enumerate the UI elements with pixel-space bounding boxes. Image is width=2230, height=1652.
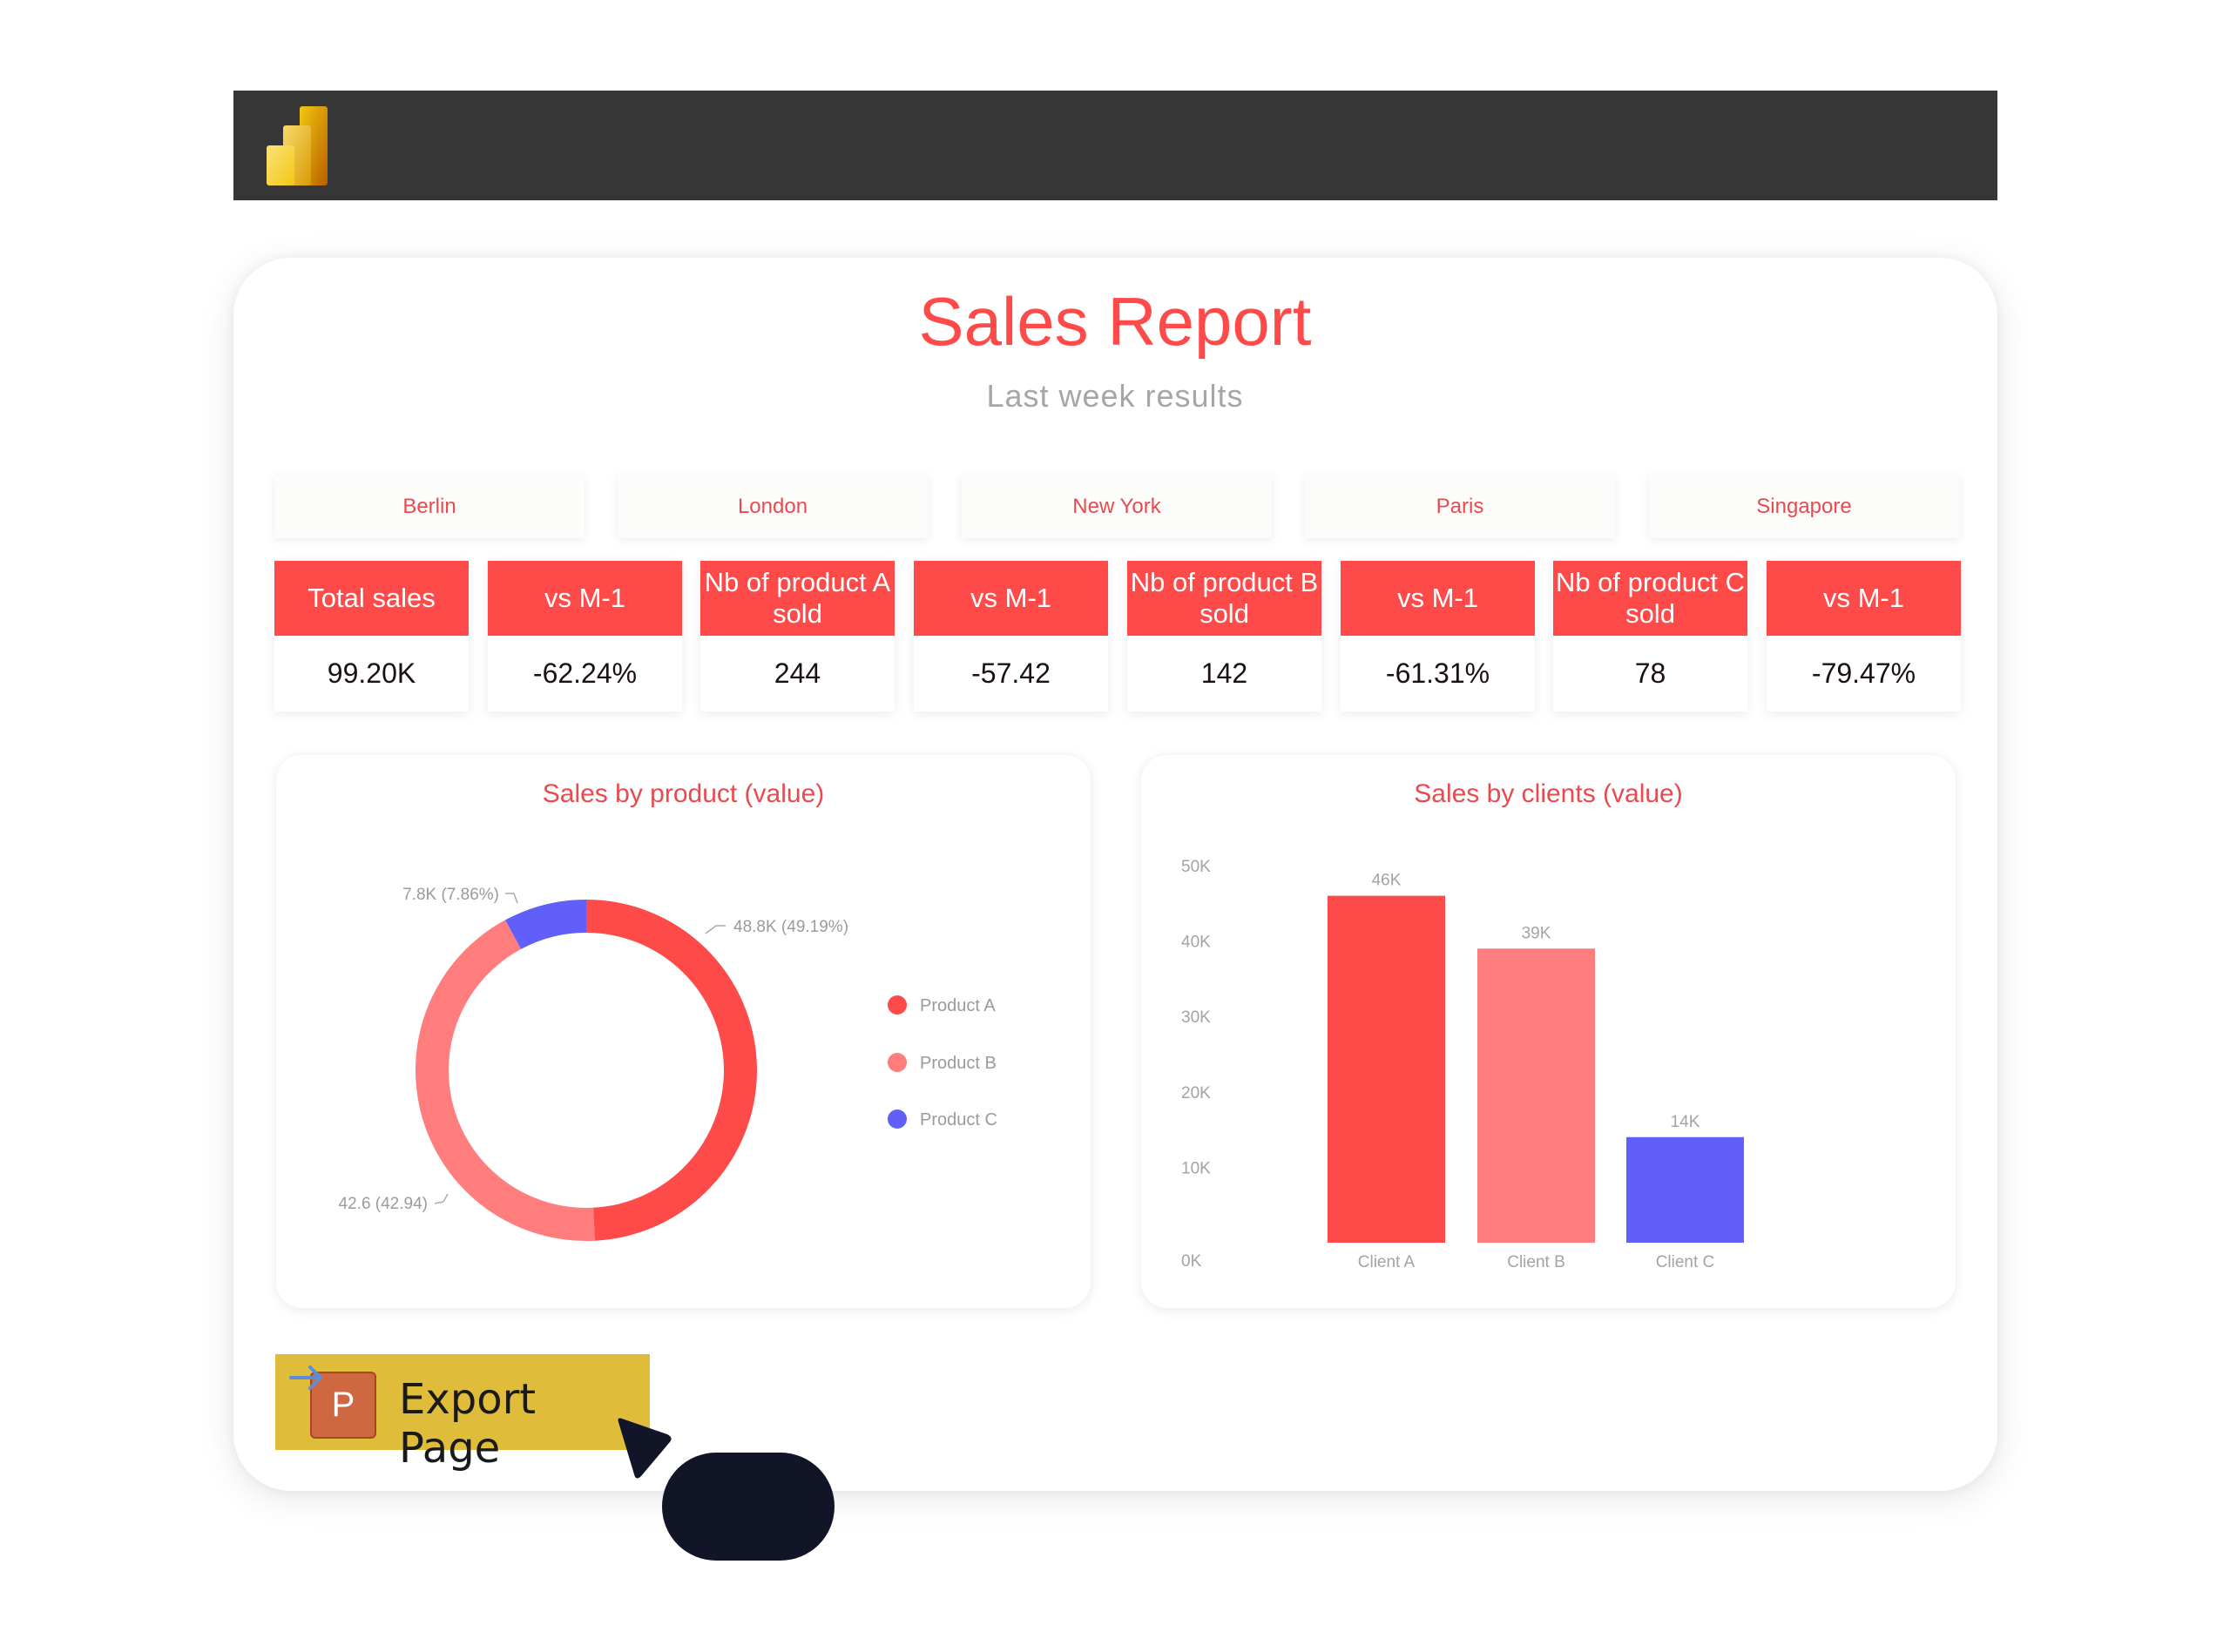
donut-slice-product-b[interactable] xyxy=(416,920,595,1241)
power-bi-logo-icon[interactable] xyxy=(267,106,329,186)
mouse-pointer-icon xyxy=(618,1418,672,1479)
kpi-label: Nb of product C sold xyxy=(1553,561,1747,636)
kpi-value: 78 xyxy=(1634,657,1666,689)
kpi-product-b-sold: Nb of product B sold 142 xyxy=(1127,561,1321,711)
kpi-label: Nb of product A sold xyxy=(700,561,895,636)
report-subtitle: Last week results xyxy=(986,378,1244,414)
x-tick-label: Client A xyxy=(1358,1253,1416,1271)
y-tick-label: 0K xyxy=(1181,1252,1202,1271)
export-page-label: Export Page xyxy=(399,1375,537,1473)
data-label-text: 42.6 (42.94) xyxy=(339,1195,428,1213)
legend-marker xyxy=(888,1053,907,1072)
kpi-value: 99.20K xyxy=(327,657,416,689)
y-tick-label: 40K xyxy=(1181,934,1211,952)
bar-client-b[interactable] xyxy=(1477,948,1595,1243)
kpi-value: 244 xyxy=(774,657,821,689)
kpi-value: 142 xyxy=(1200,657,1248,689)
data-label-product-c: 7.8K (7.86%) xyxy=(402,886,518,904)
city-slicer-new-york[interactable]: New York xyxy=(962,475,1272,538)
x-tick-label: Client C xyxy=(1656,1253,1715,1271)
legend-item-product-a[interactable]: Product A xyxy=(888,995,996,1015)
legend-item-product-b[interactable]: Product B xyxy=(888,1053,997,1073)
chart-legend: Product A Product B Product C xyxy=(888,995,997,1129)
export-page-button[interactable]: P Export Page xyxy=(275,1354,650,1473)
city-slicer-paris[interactable]: Paris xyxy=(1305,475,1615,538)
leader-line xyxy=(705,925,726,934)
kpi-total-sales-vs-m1: vs M-1 -62.24% xyxy=(488,561,682,711)
legend-label: Product B xyxy=(920,1054,997,1073)
legend-marker xyxy=(888,995,907,1015)
bar-data-label: 46K xyxy=(1372,872,1402,890)
data-label-product-a: 48.8K (49.19%) xyxy=(705,918,848,936)
report-title: Sales Report xyxy=(918,283,1312,360)
legend-label: Product A xyxy=(920,996,996,1015)
kpi-label: Nb of product B sold xyxy=(1127,561,1321,636)
kpi-label: vs M-1 xyxy=(914,561,1108,636)
city-slicer-berlin[interactable]: Berlin xyxy=(274,475,585,538)
donut-slice-product-c[interactable] xyxy=(505,900,586,949)
legend-label: Product C xyxy=(920,1110,997,1129)
kpi-label: vs M-1 xyxy=(488,561,682,636)
bar-client-c[interactable] xyxy=(1626,1136,1744,1243)
kpi-product-c-vs-m1: vs M-1 -79.47% xyxy=(1767,561,1961,711)
kpi-value: -57.42 xyxy=(971,657,1051,689)
kpi-value: -62.24% xyxy=(532,657,638,689)
legend-marker xyxy=(888,1109,907,1129)
donut-slice-product-a[interactable] xyxy=(586,900,757,1241)
kpi-value: -79.47% xyxy=(1811,657,1916,689)
city-slicer-singapore[interactable]: Singapore xyxy=(1649,475,1959,538)
bar-chart: 0K 10K 20K 30K 40K 50K 46K Client A 39K Client B… xyxy=(1181,858,1744,1271)
data-label-text: 48.8K (49.19%) xyxy=(733,918,848,936)
arrow-right-icon xyxy=(289,1365,322,1390)
y-tick-label: 20K xyxy=(1181,1084,1211,1102)
kpi-product-a-vs-m1: vs M-1 -57.42 xyxy=(914,561,1108,711)
kpi-total-sales: Total sales 99.20K xyxy=(274,561,469,711)
legend-item-product-c[interactable]: Product C xyxy=(888,1109,997,1129)
app-header-bar xyxy=(233,91,1997,200)
kpi-product-c-sold: Nb of product C sold 78 xyxy=(1553,561,1747,711)
data-label-text: 7.8K (7.86%) xyxy=(402,886,499,904)
kpi-product-b-vs-m1: vs M-1 -61.31% xyxy=(1341,561,1535,711)
y-tick-label: 10K xyxy=(1181,1159,1211,1177)
kpi-label: vs M-1 xyxy=(1767,561,1961,636)
sales-by-product-panel: Sales by product (value) 7.8K (7.86%) 48… xyxy=(276,755,1091,1308)
x-tick-label: Client B xyxy=(1507,1253,1565,1271)
sales-by-clients-panel: Sales by clients (value) 0K 10K 20K 30K 40K 5… xyxy=(1141,755,1956,1308)
kpi-product-a-sold: Nb of product A sold 244 xyxy=(700,561,895,711)
y-tick-label: 30K xyxy=(1181,1008,1211,1027)
data-label-product-b: 42.6 (42.94) xyxy=(339,1193,449,1213)
kpi-label: Total sales xyxy=(274,561,469,636)
kpi-value: -61.31% xyxy=(1385,657,1490,689)
bar-data-label: 39K xyxy=(1522,924,1551,942)
kpi-label: vs M-1 xyxy=(1341,561,1535,636)
cursor-tooltip-badge xyxy=(662,1453,835,1561)
y-tick-label: 50K xyxy=(1181,858,1211,876)
city-slicer-london[interactable]: London xyxy=(618,475,928,538)
donut-chart: 7.8K (7.86%) 48.8K (49.19%) 42.6 (42.94)… xyxy=(339,886,997,1241)
bar-client-a[interactable] xyxy=(1328,895,1445,1243)
bar-data-label: 14K xyxy=(1671,1113,1700,1131)
leader-line xyxy=(434,1193,449,1204)
leader-line xyxy=(505,893,518,904)
